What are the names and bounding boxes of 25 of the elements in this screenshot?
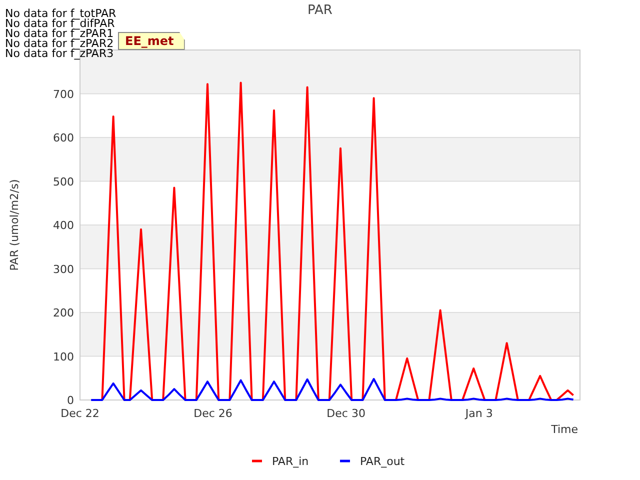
x-tick-label: Dec 22 — [60, 407, 100, 420]
no-data-note: No data for f_totPAR — [5, 9, 116, 19]
station-badge: EE_met — [118, 32, 185, 50]
y-axis-title: PAR (umol/m2/s) — [8, 179, 21, 271]
legend-label: PAR_in — [272, 455, 309, 468]
no-data-note: No data for f_zPAR3 — [5, 49, 115, 59]
x-tick-label: Dec 30 — [326, 407, 366, 420]
y-tick-label: 500 — [53, 175, 74, 188]
legend-swatch — [340, 460, 350, 462]
y-tick-label: 700 — [53, 88, 74, 101]
x-axis-title: Time — [551, 423, 578, 436]
y-tick-label: 0 — [67, 394, 74, 407]
legend-swatch — [252, 460, 262, 462]
no-data-note: No data for f_zPAR1 — [5, 29, 114, 39]
y-tick-label: 100 — [53, 350, 74, 364]
y-tick-label: 300 — [53, 262, 74, 276]
legend-label: PAR_out — [360, 455, 405, 468]
no-data-note: No data for f_zPAR2 — [5, 39, 115, 49]
y-tick-label: 600 — [53, 132, 74, 144]
x-tick-label: Jan 3 — [465, 407, 493, 420]
no-data-note: No data for f_difPAR — [5, 19, 115, 29]
x-tick-label: Dec 26 — [194, 407, 232, 420]
chart-title: PAR — [308, 3, 332, 18]
y-tick-label: 200 — [53, 306, 74, 320]
y-tick-label: 400 — [53, 219, 74, 232]
